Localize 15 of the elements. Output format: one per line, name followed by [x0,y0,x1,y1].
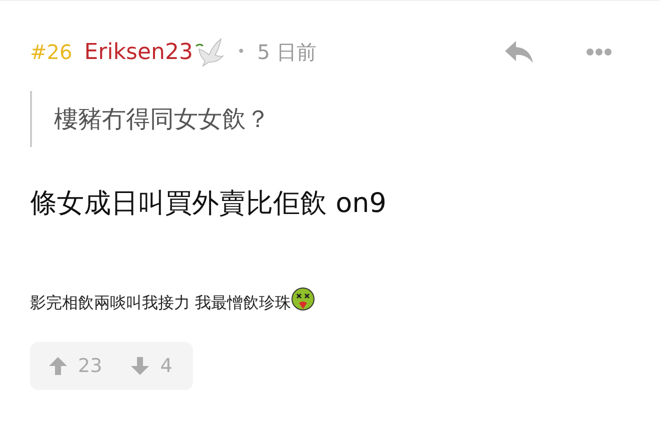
post-text: 影完相飲兩啖叫我接力 我最憎飲珍珠 [30,293,292,314]
author-name[interactable]: Eriksen23 [84,40,193,64]
post-text: 條女成日叫買外賣比佢飲 on9 [30,187,388,221]
down-arrow-icon [130,356,150,376]
post-number: #26 [30,40,72,64]
dove-icon [194,37,225,67]
reply-icon[interactable] [504,40,534,64]
post-time: 5 日前 [257,38,316,66]
quote-block: 樓豬冇得同女女飲？ [30,91,630,147]
sick-face-icon [291,287,316,311]
up-arrow-icon [48,356,68,376]
downvote-button[interactable]: 4 [130,355,172,377]
upvote-button[interactable]: 23 [48,355,102,377]
separator-dot: • [236,44,246,60]
more-icon[interactable] [586,48,612,56]
